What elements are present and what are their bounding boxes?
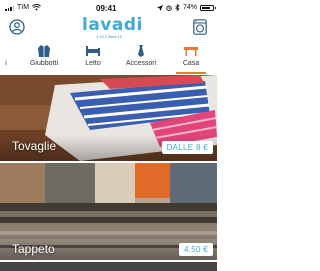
alarm-icon	[166, 5, 172, 11]
table-icon	[184, 47, 198, 56]
category-card-tovaglie[interactable]: Tovaglie DALLE 8 €	[0, 75, 217, 161]
washing-machine-button[interactable]	[193, 19, 207, 35]
user-icon	[9, 19, 25, 35]
active-tab-indicator	[176, 72, 206, 74]
category-item-casa[interactable]: Casa	[176, 44, 206, 67]
shirt-icon	[0, 44, 12, 58]
user-account-button[interactable]	[9, 19, 25, 35]
logo-text: lavadi	[82, 15, 143, 35]
category-card-tappeto[interactable]: Tappeto 4,50 €	[0, 163, 217, 260]
app-logo: lavadi 1.19.2 Beta 10	[82, 15, 143, 39]
battery-icon	[200, 4, 216, 11]
status-time: 09:41	[96, 4, 117, 13]
category-item-accessori[interactable]: Accessori	[118, 44, 164, 67]
category-label: Casa	[182, 60, 200, 67]
category-item-partial[interactable]: i	[0, 44, 12, 67]
category-card-partial[interactable]	[0, 262, 217, 271]
category-label: i	[5, 60, 7, 67]
category-item-letto[interactable]: Letto	[76, 44, 110, 67]
card-title: Tovaglie	[12, 139, 57, 153]
category-item-giubbotti[interactable]: Giubbotti	[24, 44, 64, 67]
bluetooth-icon	[175, 4, 180, 11]
battery-percent: 74%	[182, 4, 197, 11]
category-label: Letto	[85, 60, 101, 67]
washing-machine-icon	[193, 19, 207, 35]
category-label: Giubbotti	[29, 60, 59, 67]
status-bar: TIM 09:41 74%	[0, 0, 217, 16]
wifi-icon	[32, 4, 42, 11]
signal-icon	[5, 5, 14, 11]
category-label: Accessori	[125, 60, 157, 67]
jacket-icon	[38, 45, 50, 57]
bed-icon	[86, 46, 100, 56]
status-left: TIM	[5, 4, 42, 11]
app-header: lavadi 1.19.2 Beta 10	[0, 16, 217, 42]
status-right: 74%	[156, 4, 216, 11]
price-tag: 4,50 €	[178, 243, 213, 256]
category-bar: i Giubbotti Letto Accessori Casa	[0, 44, 217, 74]
card-title: Tappeto	[12, 242, 55, 256]
tie-icon	[138, 45, 144, 57]
price-tag: DALLE 8 €	[161, 141, 213, 154]
carrier-label: TIM	[17, 4, 30, 11]
location-arrow-icon	[156, 4, 163, 11]
